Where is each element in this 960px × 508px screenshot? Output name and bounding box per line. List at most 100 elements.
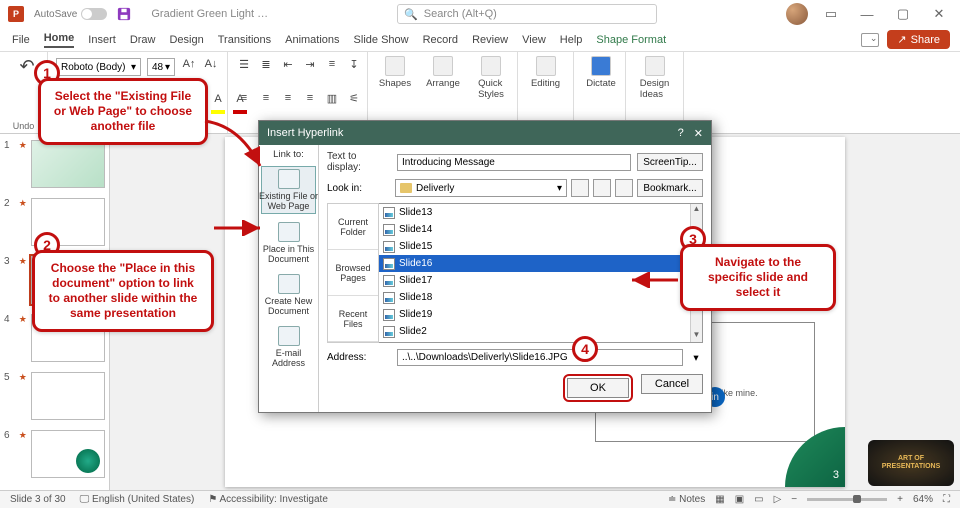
browse-file-button[interactable] [615,179,633,197]
shrink-font-icon[interactable]: A↓ [203,58,219,74]
tab-insert[interactable]: Insert [88,34,116,46]
share-label: Share [911,34,940,46]
file-item[interactable]: Slide14 [379,221,702,238]
smartart-icon[interactable]: ⚟ [346,92,362,108]
zoom-slider[interactable] [807,498,887,501]
highlight-button[interactable]: A [210,93,226,109]
align-center-icon[interactable]: ≡ [258,92,274,108]
design-ideas-button[interactable]: Design Ideas [634,56,675,100]
tab-draw[interactable]: Draw [130,34,156,46]
bookmark-button[interactable]: Bookmark... [637,179,703,197]
arrange-icon [433,56,453,76]
line-spacing-icon[interactable]: ≡ [324,58,340,74]
justify-icon[interactable]: ≡ [302,92,318,108]
share-button[interactable]: ↗Share [887,30,950,49]
tab-help[interactable]: Help [560,34,583,46]
chevron-down-icon: ▾ [557,183,562,194]
file-item[interactable]: Slide17 [379,272,702,289]
columns-icon[interactable]: ▥ [324,92,340,108]
up-folder-button[interactable] [571,179,589,197]
indent-inc-icon[interactable]: ⇥ [302,58,318,74]
normal-view-icon[interactable]: ▦ [715,494,724,505]
align-right-icon[interactable]: ≡ [280,92,296,108]
minimize-button[interactable]: — [854,7,880,22]
file-item[interactable]: Slide18 [379,289,702,306]
linkto-existing-file[interactable]: Existing File or Web Page [261,166,316,214]
tab-home[interactable]: Home [44,32,75,48]
tab-shape-format[interactable]: Shape Format [596,34,666,46]
reading-view-icon[interactable]: ▭ [754,494,763,505]
arrange-button[interactable]: Arrange [424,56,462,100]
slide-thumb-1[interactable] [31,140,105,188]
editing-button[interactable]: Editing [526,56,565,89]
quick-styles-button[interactable]: Quick Styles [472,56,510,100]
bullets-icon[interactable]: ☰ [236,58,252,74]
browse-web-button[interactable] [593,179,611,197]
linkto-place-in-document[interactable]: Place in This Document [261,220,316,266]
save-icon[interactable] [117,7,131,21]
slide-thumb-5[interactable] [31,372,105,420]
tab-slideshow[interactable]: Slide Show [354,34,409,46]
look-in-select[interactable]: Deliverly ▾ [395,179,567,197]
dialog-help-button[interactable]: ? [678,127,684,140]
file-item[interactable]: Slide15 [379,238,702,255]
toggle-off-icon[interactable] [81,8,107,20]
shapes-button[interactable]: Shapes [376,56,414,100]
zoom-out-button[interactable]: − [791,494,797,505]
collapse-ribbon-icon[interactable] [861,33,879,47]
fit-window-icon[interactable]: ⛶ [943,494,950,505]
dialog-close-button[interactable]: ✕ [694,127,703,140]
tab-review[interactable]: Review [472,34,508,46]
tab-design[interactable]: Design [169,34,203,46]
zoom-in-button[interactable]: + [897,494,903,505]
font-size-select[interactable]: 48▾ [147,58,175,76]
link-to-label: Link to: [261,149,316,160]
linkto-email[interactable]: E-mail Address [261,324,316,370]
notes-button[interactable]: ≐ Notes [668,494,705,505]
tab-animations[interactable]: Animations [285,34,339,46]
font-name-select[interactable]: Roboto (Body)▾ [56,58,141,76]
scroll-down-icon[interactable]: ▼ [691,330,702,342]
file-item[interactable]: Slide2 [379,323,702,340]
accessibility-indicator[interactable]: ⚑ Accessibility: Investigate [208,494,328,505]
address-dropdown-icon[interactable]: ▾ [689,352,703,364]
sorter-view-icon[interactable]: ▣ [735,494,744,505]
file-item[interactable]: Slide16 [379,255,702,272]
filter-current-folder[interactable]: Current Folder [328,204,378,250]
tab-file[interactable]: File [12,34,30,46]
screentip-button[interactable]: ScreenTip... [637,153,703,171]
linkto-create-new[interactable]: Create New Document [261,272,316,318]
dialog-titlebar[interactable]: Insert Hyperlink ? ✕ [259,121,711,145]
address-input[interactable] [397,349,683,366]
indent-dec-icon[interactable]: ⇤ [280,58,296,74]
ok-button[interactable]: OK [567,378,629,398]
zoom-level[interactable]: 64% [913,494,933,505]
cancel-button[interactable]: Cancel [641,374,703,394]
file-item[interactable]: Slide20 [379,340,702,343]
user-avatar[interactable] [786,3,808,25]
file-name: Slide17 [399,275,432,286]
maximize-button[interactable]: ▢ [890,6,916,22]
tab-transitions[interactable]: Transitions [218,34,271,46]
ribbon-options-icon[interactable]: ▭ [818,6,844,22]
file-item[interactable]: Slide13 [379,204,702,221]
search-input[interactable]: 🔍 Search (Alt+Q) [397,4,657,24]
file-item[interactable]: Slide19 [379,306,702,323]
align-left-icon[interactable]: ≡ [236,92,252,108]
close-window-button[interactable]: ✕ [926,6,952,22]
slideshow-view-icon[interactable]: ▷ [774,494,782,505]
text-direction-icon[interactable]: ↧ [346,58,362,74]
file-list[interactable]: Slide13Slide14Slide15Slide16 Slide17 Slide… [379,203,703,343]
numbering-icon[interactable]: ≣ [258,58,274,74]
tab-record[interactable]: Record [423,34,458,46]
dictate-button[interactable]: Dictate [582,56,620,89]
filter-recent-files[interactable]: Recent Files [328,296,378,342]
filter-browsed-pages[interactable]: Browsed Pages [328,250,378,296]
text-to-display-input[interactable] [397,154,631,171]
language-indicator[interactable]: 🖵 English (United States) [80,494,195,505]
slide-thumb-6[interactable] [31,430,105,478]
grow-font-icon[interactable]: A↑ [181,58,197,74]
scroll-up-icon[interactable]: ▲ [691,204,702,216]
autosave-toggle[interactable]: AutoSave [34,8,107,20]
tab-view[interactable]: View [522,34,546,46]
